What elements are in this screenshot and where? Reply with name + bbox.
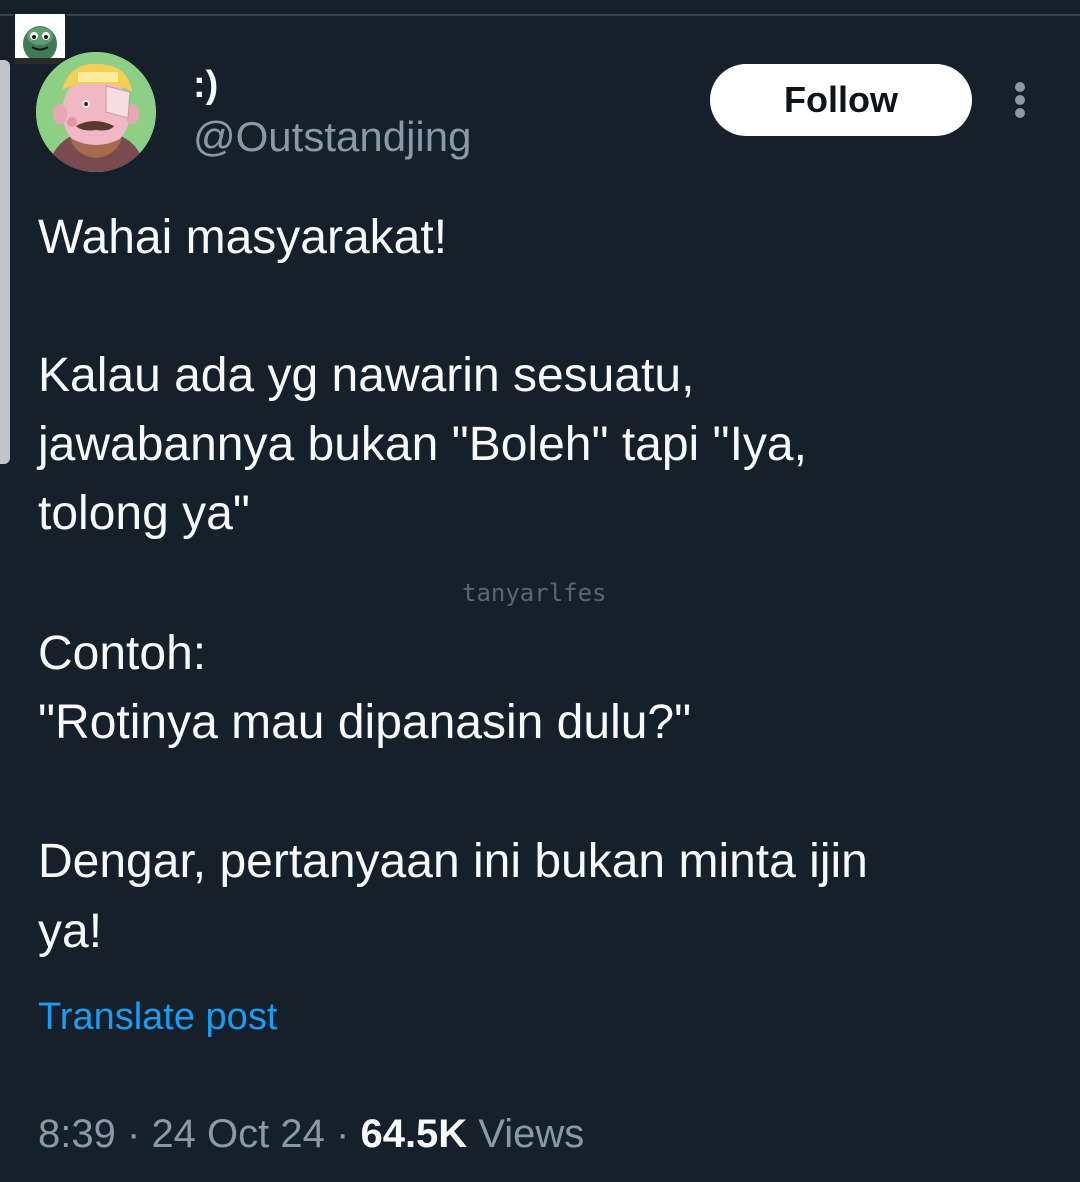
avatar-icon bbox=[36, 52, 156, 172]
tweet-meta: 8:39 · 24 Oct 24 · 64.5K Views bbox=[38, 1107, 584, 1161]
author-display-name[interactable]: :) bbox=[193, 63, 218, 107]
translate-post-link[interactable]: Translate post bbox=[38, 994, 277, 1040]
avatar[interactable] bbox=[36, 52, 156, 172]
meta-separator: · bbox=[126, 1112, 141, 1156]
follow-button[interactable]: Follow bbox=[710, 64, 972, 136]
sticker-image bbox=[13, 12, 67, 66]
tweet-text-line: jawabannya bukan "Boleh" tapi "Iya, bbox=[38, 418, 807, 471]
author-handle[interactable]: @Outstandjing bbox=[193, 112, 471, 162]
more-vertical-icon[interactable] bbox=[1000, 76, 1040, 124]
more-dot bbox=[1015, 95, 1025, 105]
scrollbar[interactable] bbox=[0, 60, 10, 464]
tweet-time[interactable]: 8:39 bbox=[38, 1112, 116, 1156]
views-label: Views bbox=[478, 1112, 585, 1156]
views-count[interactable]: 64.5K bbox=[360, 1112, 467, 1156]
more-dot bbox=[1015, 82, 1025, 92]
tweet-text-line: ya! bbox=[38, 905, 103, 958]
tweet-text-line: Kalau ada yg nawarin sesuatu, bbox=[38, 349, 695, 402]
tweet-text-line: Contoh: bbox=[38, 627, 207, 680]
meta-separator: · bbox=[336, 1112, 350, 1156]
tweet-text-line: Wahai masyarakat! bbox=[38, 211, 448, 264]
watermark: tanyarlfes bbox=[462, 579, 607, 607]
frog-sticker-icon bbox=[15, 14, 65, 64]
tweet-text-line: "Rotinya mau dipanasin dulu?" bbox=[38, 696, 692, 749]
more-dot bbox=[1015, 108, 1025, 118]
tweet-date[interactable]: 24 Oct 24 bbox=[151, 1112, 324, 1156]
tweet-text-line: Dengar, pertanyaan ini bukan minta ijin bbox=[38, 835, 868, 888]
top-divider bbox=[0, 14, 1080, 16]
tweet-text-line: tolong ya" bbox=[38, 487, 250, 540]
